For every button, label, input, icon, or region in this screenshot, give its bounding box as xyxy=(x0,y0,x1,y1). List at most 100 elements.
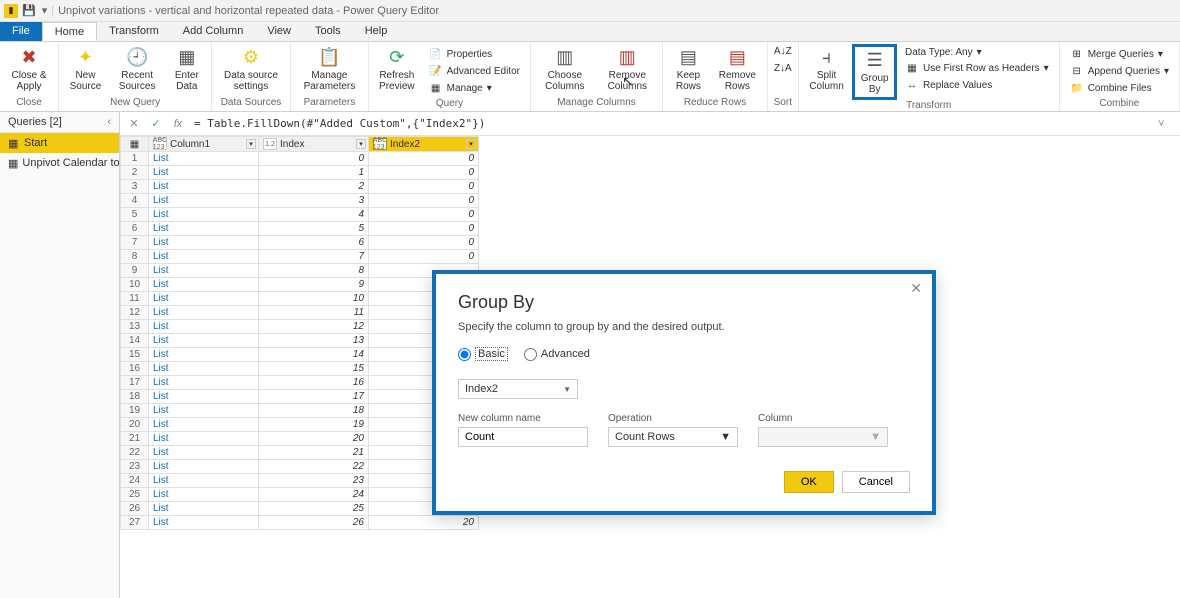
sort-desc-button[interactable]: Z↓A xyxy=(772,61,794,76)
cell-list[interactable]: List xyxy=(149,236,259,250)
combine-files-button[interactable]: 📁Combine Files xyxy=(1066,80,1173,96)
cell-index[interactable]: 10 xyxy=(259,292,369,306)
group-by-button[interactable]: ☰ Group By xyxy=(852,44,897,100)
cell-list[interactable]: List xyxy=(149,376,259,390)
cell-index[interactable]: 4 xyxy=(259,208,369,222)
row-number[interactable]: 22 xyxy=(121,446,149,460)
row-number[interactable]: 24 xyxy=(121,474,149,488)
queries-header[interactable]: Queries [2] ‹ xyxy=(0,112,119,133)
table-row[interactable]: 11List10 xyxy=(121,292,479,306)
cell-list[interactable]: List xyxy=(149,166,259,180)
table-row[interactable]: 10List9 xyxy=(121,278,479,292)
cell-list[interactable]: List xyxy=(149,516,259,530)
cell-list[interactable]: List xyxy=(149,306,259,320)
table-row[interactable]: 4List30 xyxy=(121,194,479,208)
row-number[interactable]: 19 xyxy=(121,404,149,418)
row-number[interactable]: 16 xyxy=(121,362,149,376)
table-row[interactable]: 17List16 xyxy=(121,376,479,390)
row-number[interactable]: 2 xyxy=(121,166,149,180)
cell-index2[interactable]: 0 xyxy=(369,152,479,166)
table-row[interactable]: 19List18 xyxy=(121,404,479,418)
cell-index[interactable]: 22 xyxy=(259,460,369,474)
advanced-editor-button[interactable]: 📝Advanced Editor xyxy=(425,63,524,79)
query-item[interactable]: ▦Start xyxy=(0,133,119,153)
cell-index2[interactable]: 0 xyxy=(369,166,479,180)
table-row[interactable]: 26List2520 xyxy=(121,502,479,516)
radio-basic[interactable]: Basic xyxy=(458,347,508,361)
recent-sources-button[interactable]: 🕘 Recent Sources xyxy=(110,44,165,94)
cell-list[interactable]: List xyxy=(149,208,259,222)
row-number[interactable]: 14 xyxy=(121,334,149,348)
cell-index2[interactable]: 0 xyxy=(369,180,479,194)
type-icon-decimal[interactable]: 1.2 xyxy=(263,138,277,150)
row-number[interactable]: 1 xyxy=(121,152,149,166)
row-number[interactable]: 13 xyxy=(121,320,149,334)
ok-button[interactable]: OK xyxy=(784,471,834,493)
row-number[interactable]: 26 xyxy=(121,502,149,516)
cell-list[interactable]: List xyxy=(149,334,259,348)
cell-index[interactable]: 19 xyxy=(259,418,369,432)
cell-index[interactable]: 17 xyxy=(259,390,369,404)
choose-columns-button[interactable]: ▥ Choose Columns xyxy=(535,44,595,94)
tab-transform[interactable]: Transform xyxy=(97,22,171,41)
cell-index[interactable]: 12 xyxy=(259,320,369,334)
formula-expand-icon[interactable]: ˅ xyxy=(1158,118,1174,130)
formula-fx-icon[interactable]: fx xyxy=(170,116,186,132)
tab-file[interactable]: File xyxy=(0,22,42,41)
cell-list[interactable]: List xyxy=(149,278,259,292)
row-number[interactable]: 25 xyxy=(121,488,149,502)
column-header-index[interactable]: 1.2Index ▾ xyxy=(259,137,369,152)
cell-list[interactable]: List xyxy=(149,222,259,236)
cell-index[interactable]: 25 xyxy=(259,502,369,516)
cell-index[interactable]: 9 xyxy=(259,278,369,292)
tab-add-column[interactable]: Add Column xyxy=(171,22,256,41)
properties-button[interactable]: 📄Properties xyxy=(425,46,524,62)
cell-index[interactable]: 16 xyxy=(259,376,369,390)
cell-list[interactable]: List xyxy=(149,432,259,446)
table-row[interactable]: 14List13 xyxy=(121,334,479,348)
cell-list[interactable]: List xyxy=(149,362,259,376)
table-row[interactable]: 21List20 xyxy=(121,432,479,446)
row-number[interactable]: 18 xyxy=(121,390,149,404)
column-header-column1[interactable]: ABC 123Column1 ▾ xyxy=(149,137,259,152)
table-row[interactable]: 16List15 xyxy=(121,362,479,376)
table-row[interactable]: 25List2420 xyxy=(121,488,479,502)
formula-cancel-icon[interactable]: ✕ xyxy=(126,116,142,132)
cell-index[interactable]: 3 xyxy=(259,194,369,208)
cell-list[interactable]: List xyxy=(149,418,259,432)
row-number[interactable]: 17 xyxy=(121,376,149,390)
row-number[interactable]: 8 xyxy=(121,250,149,264)
cell-index[interactable]: 5 xyxy=(259,222,369,236)
enter-data-button[interactable]: ▦ Enter Data xyxy=(166,44,207,94)
row-number[interactable]: 12 xyxy=(121,306,149,320)
cell-list[interactable]: List xyxy=(149,488,259,502)
cell-index[interactable]: 15 xyxy=(259,362,369,376)
formula-commit-icon[interactable]: ✓ xyxy=(148,116,164,132)
cell-index[interactable]: 24 xyxy=(259,488,369,502)
new-column-input[interactable] xyxy=(458,427,588,447)
table-row[interactable]: 9List8 xyxy=(121,264,479,278)
remove-rows-button[interactable]: ▤ Remove Rows xyxy=(712,44,763,94)
cell-index[interactable]: 18 xyxy=(259,404,369,418)
cell-index[interactable]: 6 xyxy=(259,236,369,250)
manage-parameters-button[interactable]: 📋 Manage Parameters xyxy=(295,44,364,94)
cell-index[interactable]: 20 xyxy=(259,432,369,446)
cell-index2[interactable]: 0 xyxy=(369,194,479,208)
cell-index[interactable]: 11 xyxy=(259,306,369,320)
manage-query-button[interactable]: ▦Manage ▾ xyxy=(425,80,524,96)
table-row[interactable]: 5List40 xyxy=(121,208,479,222)
table-row[interactable]: 22List21 xyxy=(121,446,479,460)
tab-tools[interactable]: Tools xyxy=(303,22,353,41)
cancel-button[interactable]: Cancel xyxy=(842,471,910,493)
close-apply-button[interactable]: ✖ Close & Apply xyxy=(4,44,54,94)
cell-list[interactable]: List xyxy=(149,390,259,404)
table-row[interactable]: 3List20 xyxy=(121,180,479,194)
row-number[interactable]: 6 xyxy=(121,222,149,236)
type-icon-any[interactable]: ABC 123 xyxy=(153,138,167,150)
table-row[interactable]: 20List19 xyxy=(121,418,479,432)
tab-help[interactable]: Help xyxy=(353,22,400,41)
cell-index[interactable]: 1 xyxy=(259,166,369,180)
row-number[interactable]: 9 xyxy=(121,264,149,278)
table-row[interactable]: 24List2320 xyxy=(121,474,479,488)
table-row[interactable]: 18List17 xyxy=(121,390,479,404)
